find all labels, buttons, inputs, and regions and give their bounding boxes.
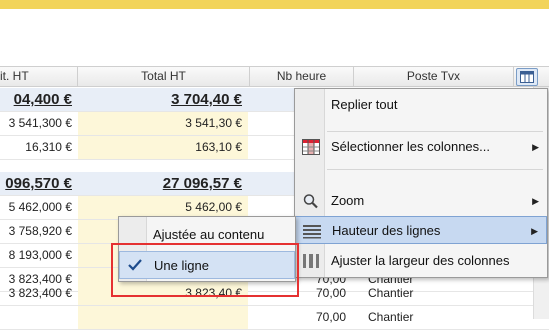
cell-total: 3 823,40 € [78,282,248,305]
cell-total: 163,10 € [78,136,248,159]
cell-total: 3 704,40 € [171,91,242,108]
cell-unit [0,306,76,329]
submenu-item-single-line[interactable]: Une ligne [119,251,295,279]
menu-item-select-columns[interactable]: Sélectionner les colonnes... ▶ [295,133,547,161]
table-row[interactable]: 70,00 Chantier [0,306,549,330]
column-header-poste-tvx[interactable]: Poste Tvx [354,67,514,87]
menu-separator [327,131,543,132]
row-height-icon [303,223,321,239]
column-header-unit-ht[interactable]: it. HT [0,67,78,87]
submenu-arrow-icon: ▶ [532,142,539,152]
top-accent-bar [0,0,549,9]
column-chooser-icon[interactable] [516,68,538,86]
columns-grid-icon [302,139,320,155]
cell-hours: 70,00 [315,286,346,300]
cell-total: 27 096,57 € [162,175,242,192]
cell-total [78,306,248,329]
cell-unit: 16,310 € [25,140,72,154]
magnifier-icon [302,193,320,209]
row-height-submenu: Ajustée au contenu Une ligne [118,216,296,282]
cell-total: 3 541,30 € [78,112,248,135]
menu-item-zoom[interactable]: Zoom ▶ [295,187,547,215]
toolbar-area [0,9,549,66]
column-header-nb-heure[interactable]: Nb heure [250,67,354,87]
cell-hours: 70,00 [315,310,346,324]
cell-unit: 3 758,920 € [8,224,72,238]
menu-separator [327,169,543,170]
menu-item-row-height[interactable]: Hauteur des lignes ▶ [295,216,547,244]
submenu-arrow-icon: ▶ [532,196,539,206]
cell-unit: 8 193,000 € [8,248,72,262]
context-menu: Replier tout Sélectionner les colonnes..… [294,88,548,278]
table-row[interactable]: 3 823,400 € 3 823,40 € 70,00 Chantier [0,282,549,306]
menu-item-fit-column-width[interactable]: Ajuster la largeur des colonnes [295,247,547,275]
column-width-icon [302,253,320,269]
cell-unit: 3 823,400 € [8,286,72,300]
cell-unit: 5 462,000 € [8,200,72,214]
cell-poste: Chantier [368,286,414,300]
cell-unit: 3 541,300 € [8,116,72,130]
submenu-arrow-icon: ▶ [531,226,538,236]
cell-poste: Chantier [368,310,414,324]
submenu-item-fit-content[interactable]: Ajustée au contenu [119,221,295,249]
cell-unit: 096,570 € [5,175,72,192]
cell-unit: 04,400 € [13,91,72,108]
checkmark-icon [127,257,143,273]
column-header-total-ht[interactable]: Total HT [78,67,250,87]
grid-header: it. HT Total HT Nb heure Poste Tvx [0,66,549,87]
menu-item-replier-tout[interactable]: Replier tout [295,91,547,119]
